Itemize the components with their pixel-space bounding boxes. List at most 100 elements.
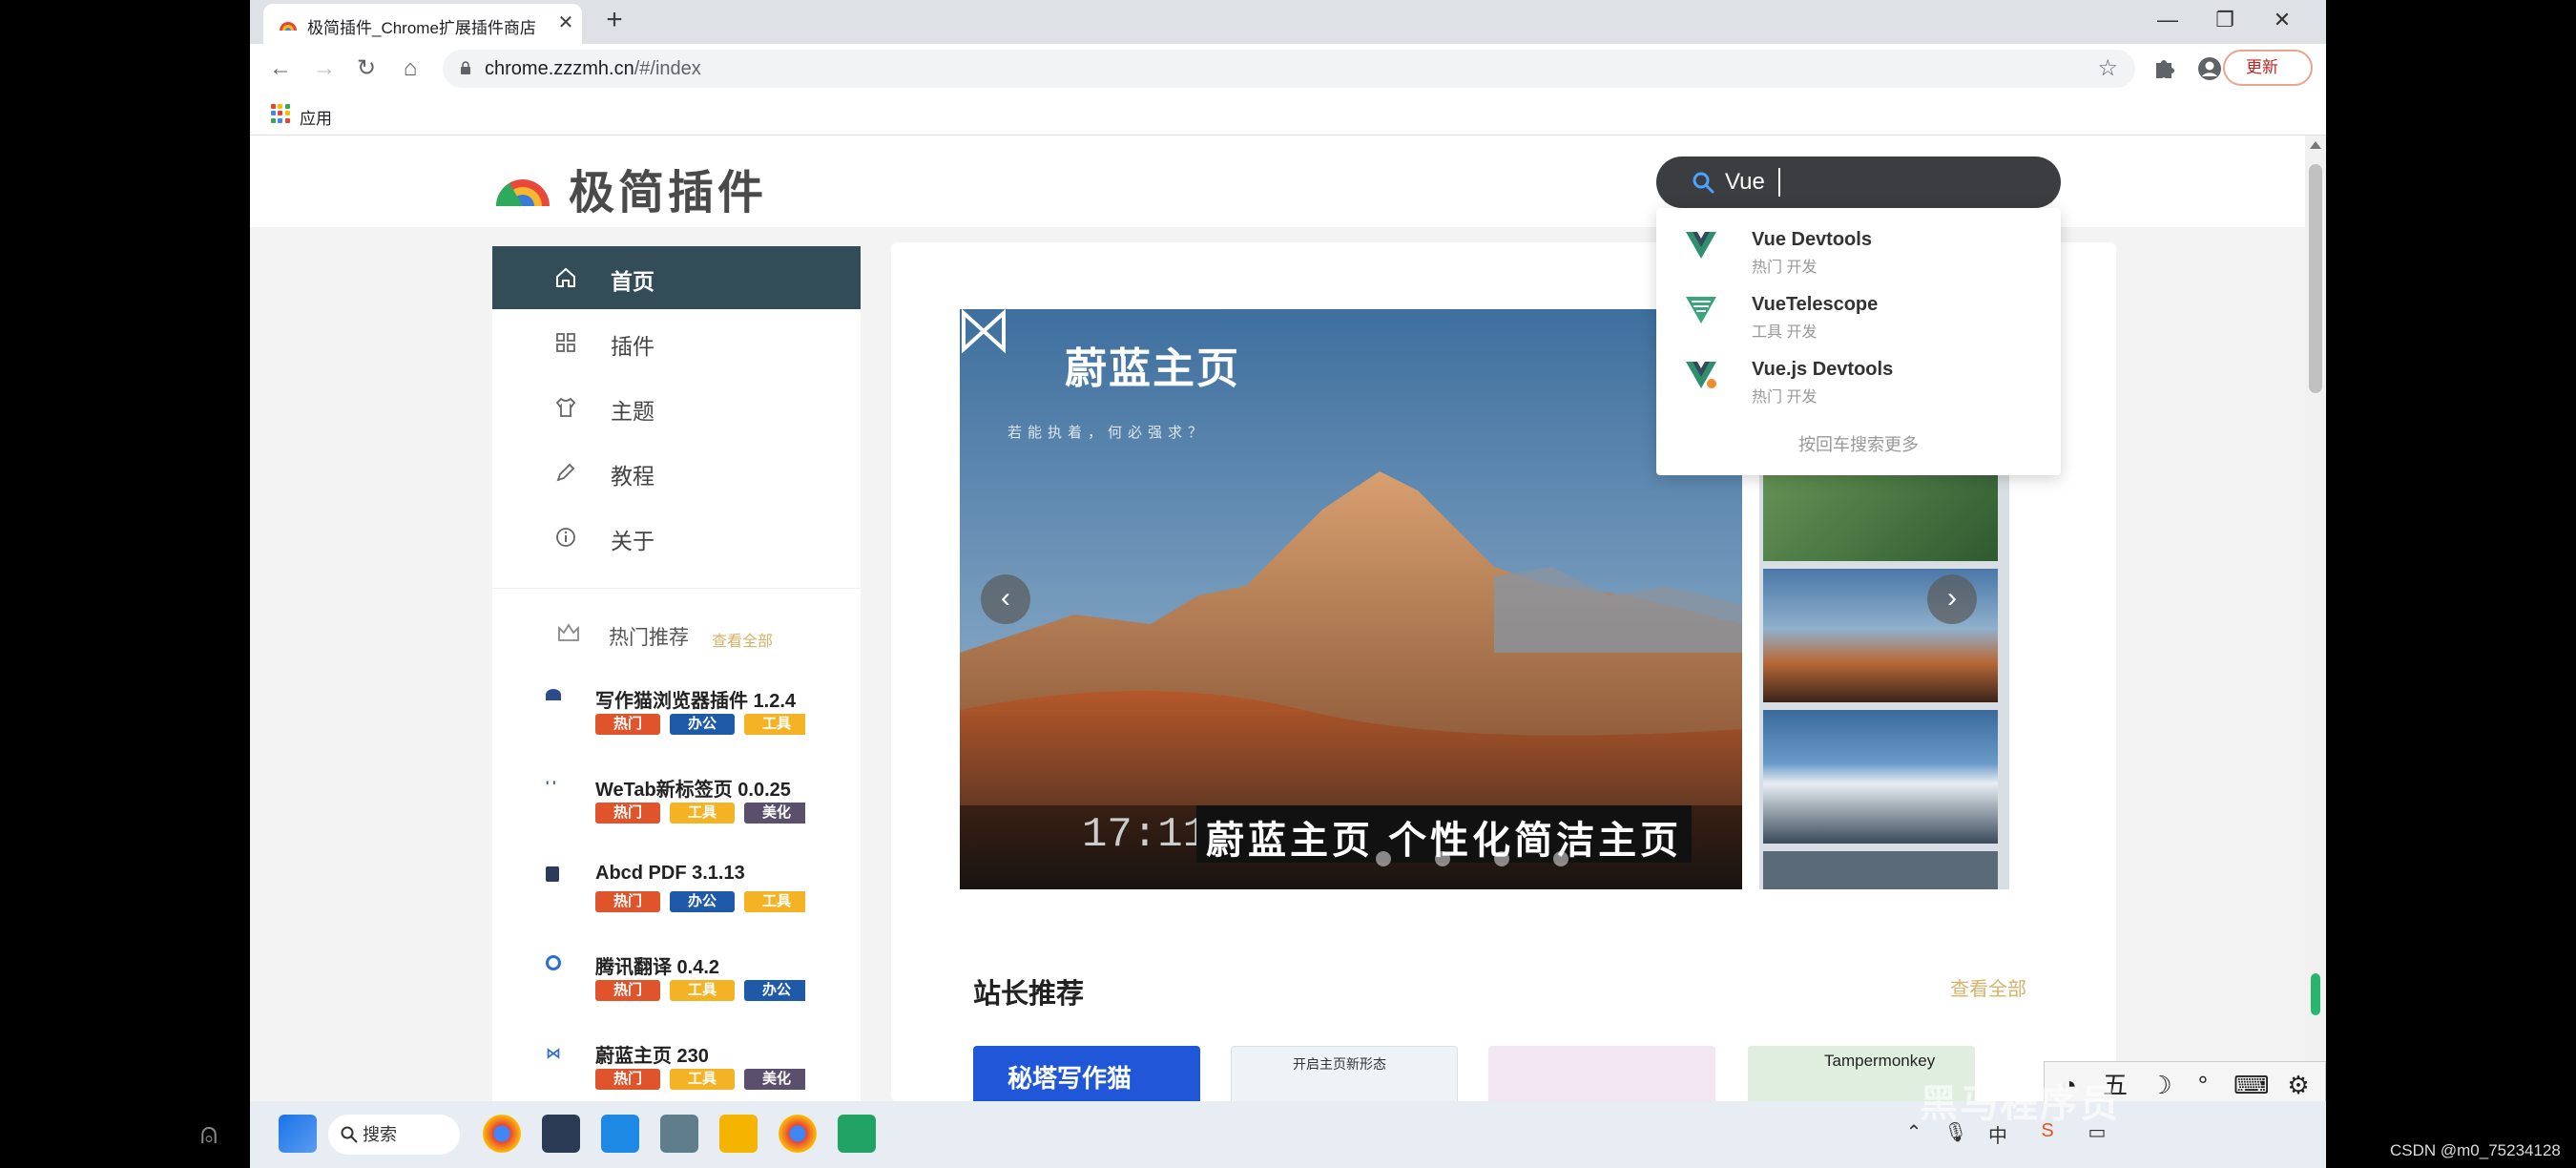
grid-icon [556,333,575,352]
gear-icon[interactable]: ⚙ [2281,1068,2316,1102]
tag[interactable]: 工具 [744,891,805,912]
carousel-dot[interactable] [1553,851,1568,866]
scroll-up-icon[interactable] [2310,141,2321,149]
banner-carousel[interactable]: 蔚蓝主页 若能执着，何必强求？ 17:11 蔚蓝主页 个性化简洁主页 ‹ [960,309,1742,889]
plugin-icon [546,866,559,882]
tag[interactable]: 热门 [595,803,660,824]
nav-item-plugins[interactable]: 插件 [492,311,861,374]
tag[interactable]: 办公 [670,714,735,735]
url-path: /#/index [634,58,701,79]
reload-icon[interactable]: ↻ [349,52,384,86]
close-window-button[interactable]: ✕ [2254,2,2311,38]
tag[interactable]: 工具 [670,1069,735,1090]
plugin-name: WeTab新标签页 0.0.25 [595,780,791,801]
chrome-taskbar-icon[interactable] [483,1115,521,1153]
plugin-name: 蔚蓝主页 230 [595,1046,709,1067]
suggestion-tags: 工具 开发 [1752,324,1818,341]
recommend-view-all-link[interactable]: 查看全部 [1950,973,2026,1001]
tag[interactable]: 工具 [744,714,805,735]
tag[interactable]: 美化 [744,803,805,824]
tag[interactable]: 热门 [595,980,660,1001]
browser-tab[interactable]: 极简插件_Chrome扩展插件商店 ✕ [263,4,582,44]
vscode-taskbar-icon[interactable] [601,1115,639,1153]
app-taskbar-icon[interactable] [542,1115,580,1153]
profile-avatar-icon[interactable] [2192,52,2227,86]
thumbnail-more[interactable] [1763,851,1998,889]
site-logo-text[interactable]: 极简插件 [569,155,767,221]
url-text: chrome.zzzmh.cn/#/index [485,58,701,80]
new-tab-button[interactable]: + [599,6,630,36]
tag[interactable]: 办公 [744,980,805,1001]
keyboard-icon[interactable]: ⌨ [2233,1068,2270,1102]
hot-title: 热门推荐 [609,627,689,649]
nav-item-themes[interactable]: 主题 [492,376,861,439]
extensions-puzzle-icon[interactable] [2147,52,2181,86]
sidebar-divider [492,588,861,589]
thumbnail-snow[interactable] [1763,710,1998,844]
video-watermark: 黑马程序员 [1920,1083,2120,1125]
search-more-hint[interactable]: 按回车搜索更多 [1656,431,2061,456]
address-bar[interactable]: chrome.zzzmh.cn/#/index ☆ [443,50,2135,88]
tag[interactable]: 热门 [595,891,660,912]
hot-plugin-item[interactable]: 写作猫浏览器插件 1.2.4 热门 办公 工具 [492,685,861,769]
recommend-card[interactable] [1488,1046,1715,1101]
update-button[interactable]: 更新 ⋮ [2223,50,2313,86]
apps-bookmark[interactable]: 应用 [300,105,332,129]
calculator-taskbar-icon[interactable] [660,1115,698,1153]
tag[interactable]: 办公 [670,891,735,912]
hot-view-all-link[interactable]: 查看全部 [712,628,773,651]
plugin-icon [546,689,561,700]
restore-button[interactable]: ❐ [2196,2,2254,38]
apps-grid-icon[interactable] [271,104,290,123]
site-search[interactable] [1656,156,2061,208]
nav-item-tutorials[interactable]: 教程 [492,441,861,504]
site-logo-icon[interactable] [494,160,551,208]
nav-item-about[interactable]: 关于 [492,506,861,569]
hot-plugin-item[interactable]: 腾讯翻译 0.4.2 热门 工具 办公 [492,951,861,1035]
punctuation-icon[interactable]: ° [2186,1068,2220,1102]
chrome-active-taskbar-icon[interactable] [779,1115,817,1153]
hot-plugin-item[interactable]: ' ' WeTab新标签页 0.0.25 热门 工具 美化 [492,774,861,858]
tag[interactable]: 热门 [595,1069,660,1090]
tab-close-icon[interactable]: ✕ [553,10,578,35]
taskbar-search[interactable]: 搜索 [328,1115,460,1155]
carousel-dots [1376,851,1612,871]
plugin-name: 写作猫浏览器插件 1.2.4 [595,691,797,712]
recommend-card[interactable]: 秘塔写作猫 [973,1046,1200,1101]
tag[interactable]: 热门 [595,714,660,735]
info-icon [556,528,575,547]
banner-brand: 蔚蓝主页 [1065,345,1240,392]
carousel-dot[interactable] [1376,851,1391,866]
carousel-next-icon[interactable]: › [1927,574,1977,624]
home-button-icon[interactable]: ⌂ [393,52,427,86]
carousel-prev-icon[interactable]: ‹ [981,574,1030,624]
suggestion-item[interactable]: VueTelescope 工具 开发 [1656,282,2061,345]
start-icon[interactable] [279,1115,317,1153]
camtasia-taskbar-icon[interactable] [838,1115,876,1153]
page-scrollbar[interactable] [2305,136,2326,1101]
hot-plugin-item[interactable]: ⋈ 蔚蓝主页 230 热门 工具 美化 [492,1040,861,1101]
tag[interactable]: 工具 [670,980,735,1001]
hot-plugin-item[interactable]: Abcd PDF 3.1.13 热门 办公 工具 [492,863,861,947]
suggestion-tags: 热门 开发 [1752,260,1818,276]
search-icon [1693,172,1714,194]
recommend-card-text: Tampermonkey [1824,1052,1936,1070]
carousel-dot[interactable] [1435,851,1450,866]
suggestion-item[interactable]: Vue.js Devtools 热门 开发 [1656,347,2061,410]
carousel-dot[interactable] [1494,851,1509,866]
recommend-card[interactable]: 开启主页新形态 [1231,1046,1458,1101]
minimize-button[interactable]: — [2139,2,2196,38]
vue-logo-icon [1686,232,1716,259]
forward-icon[interactable]: → [307,52,342,86]
nav-item-home[interactable]: 首页 [492,246,861,309]
suggestion-item[interactable]: Vue Devtools 热门 开发 [1656,218,2061,281]
back-icon[interactable]: ← [263,52,298,86]
plugin-tags: 热门 工具 美化 [595,803,805,825]
bookmark-star-icon[interactable]: ☆ [2097,54,2118,82]
moon-icon[interactable]: ☽ [2144,1068,2178,1102]
file-explorer-taskbar-icon[interactable] [719,1115,758,1153]
tag[interactable]: 美化 [744,1069,805,1090]
scroll-thumb[interactable] [2309,164,2322,393]
tag[interactable]: 工具 [670,803,735,824]
search-input[interactable] [1725,166,2011,198]
